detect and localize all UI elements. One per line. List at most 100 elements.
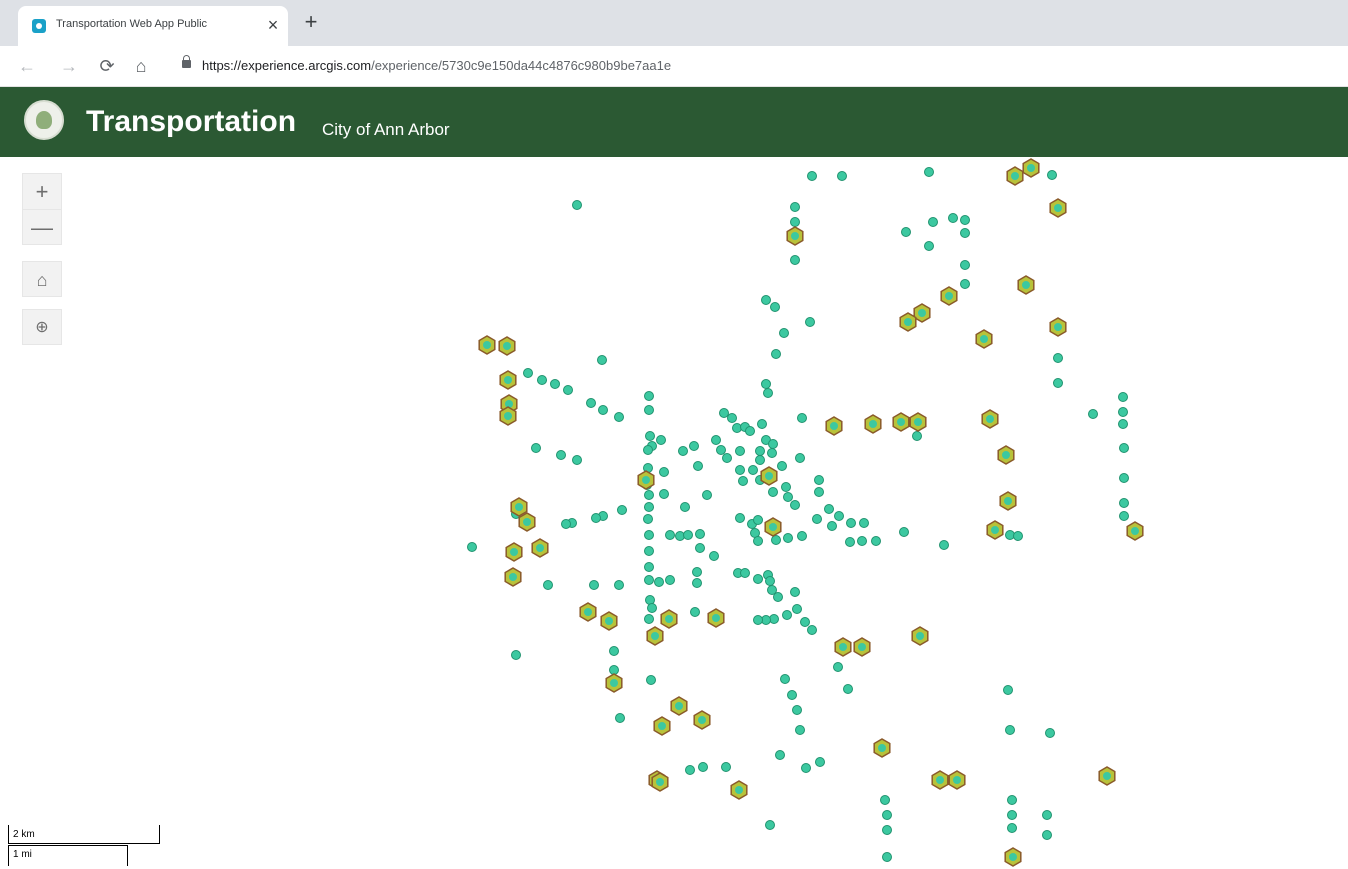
bus-stop-marker[interactable]: [563, 385, 573, 395]
bus-stop-marker[interactable]: [617, 505, 627, 515]
bus-stop-marker[interactable]: [924, 167, 934, 177]
bus-stop-marker[interactable]: [467, 542, 477, 552]
transit-hub-marker[interactable]: [786, 226, 804, 246]
bus-stop-marker[interactable]: [656, 435, 666, 445]
bus-stop-marker[interactable]: [767, 448, 777, 458]
transit-hub-marker[interactable]: [510, 497, 528, 517]
bus-stop-marker[interactable]: [692, 567, 702, 577]
zoom-in-button[interactable]: +: [22, 173, 62, 209]
bus-stop-marker[interactable]: [727, 413, 737, 423]
bus-stop-marker[interactable]: [561, 519, 571, 529]
bus-stop-marker[interactable]: [801, 763, 811, 773]
browser-tab[interactable]: Transportation Web App Public ×: [18, 6, 288, 46]
bus-stop-marker[interactable]: [1119, 473, 1129, 483]
bus-stop-marker[interactable]: [695, 529, 705, 539]
transit-hub-marker[interactable]: [518, 512, 536, 532]
transit-hub-marker[interactable]: [730, 780, 748, 800]
transit-hub-marker[interactable]: [997, 445, 1015, 465]
transit-hub-marker[interactable]: [579, 602, 597, 622]
bus-stop-marker[interactable]: [722, 453, 732, 463]
bus-stop-marker[interactable]: [678, 446, 688, 456]
bus-stop-marker[interactable]: [775, 750, 785, 760]
bus-stop-marker[interactable]: [882, 810, 892, 820]
map-view[interactable]: + — ⌂ ⊕ 2 km 1 mi: [0, 157, 1348, 867]
bus-stop-marker[interactable]: [814, 487, 824, 497]
bus-stop-marker[interactable]: [1003, 685, 1013, 695]
bus-stop-marker[interactable]: [598, 405, 608, 415]
bus-stop-marker[interactable]: [543, 580, 553, 590]
transit-hub-marker[interactable]: [1017, 275, 1035, 295]
bus-stop-marker[interactable]: [960, 260, 970, 270]
map-canvas[interactable]: [0, 157, 1348, 867]
bus-stop-marker[interactable]: [780, 674, 790, 684]
bus-stop-marker[interactable]: [757, 419, 767, 429]
bus-stop-marker[interactable]: [871, 536, 881, 546]
transit-hub-marker[interactable]: [600, 611, 618, 631]
bus-stop-marker[interactable]: [753, 574, 763, 584]
bus-stop-marker[interactable]: [790, 255, 800, 265]
transit-hub-marker[interactable]: [499, 370, 517, 390]
map-home-button[interactable]: ⌂: [22, 261, 62, 297]
transit-hub-marker[interactable]: [605, 673, 623, 693]
bus-stop-marker[interactable]: [797, 413, 807, 423]
transit-hub-marker[interactable]: [853, 637, 871, 657]
bus-stop-marker[interactable]: [771, 349, 781, 359]
bus-stop-marker[interactable]: [685, 765, 695, 775]
bus-stop-marker[interactable]: [1118, 419, 1128, 429]
bus-stop-marker[interactable]: [680, 502, 690, 512]
bus-stop-marker[interactable]: [833, 662, 843, 672]
bus-stop-marker[interactable]: [763, 388, 773, 398]
transit-hub-marker[interactable]: [499, 406, 517, 426]
bus-stop-marker[interactable]: [645, 431, 655, 441]
bus-stop-marker[interactable]: [644, 562, 654, 572]
transit-hub-marker[interactable]: [707, 608, 725, 628]
transit-hub-marker[interactable]: [834, 637, 852, 657]
bus-stop-marker[interactable]: [797, 531, 807, 541]
bus-stop-marker[interactable]: [790, 217, 800, 227]
transit-hub-marker[interactable]: [1006, 166, 1024, 186]
bus-stop-marker[interactable]: [924, 241, 934, 251]
bus-stop-marker[interactable]: [1013, 531, 1023, 541]
bus-stop-marker[interactable]: [773, 592, 783, 602]
transit-hub-marker[interactable]: [940, 286, 958, 306]
transit-hub-marker[interactable]: [651, 772, 669, 792]
bus-stop-marker[interactable]: [1119, 498, 1129, 508]
bus-stop-marker[interactable]: [960, 228, 970, 238]
bus-stop-marker[interactable]: [768, 439, 778, 449]
bus-stop-marker[interactable]: [690, 607, 700, 617]
bus-stop-marker[interactable]: [644, 546, 654, 556]
bus-stop-marker[interactable]: [531, 443, 541, 453]
bus-stop-marker[interactable]: [814, 475, 824, 485]
bus-stop-marker[interactable]: [899, 527, 909, 537]
reload-icon[interactable]: ⟳: [94, 53, 120, 79]
bus-stop-marker[interactable]: [824, 504, 834, 514]
bus-stop-marker[interactable]: [748, 465, 758, 475]
bus-stop-marker[interactable]: [790, 587, 800, 597]
transit-hub-marker[interactable]: [892, 412, 910, 432]
bus-stop-marker[interactable]: [615, 713, 625, 723]
bus-stop-marker[interactable]: [815, 757, 825, 767]
transit-hub-marker[interactable]: [670, 696, 688, 716]
bus-stop-marker[interactable]: [644, 490, 654, 500]
bus-stop-marker[interactable]: [511, 650, 521, 660]
bus-stop-marker[interactable]: [1042, 810, 1052, 820]
bus-stop-marker[interactable]: [770, 302, 780, 312]
bus-stop-marker[interactable]: [753, 515, 763, 525]
bus-stop-marker[interactable]: [755, 446, 765, 456]
bus-stop-marker[interactable]: [572, 200, 582, 210]
transit-hub-marker[interactable]: [948, 770, 966, 790]
transit-hub-marker[interactable]: [1049, 317, 1067, 337]
transit-hub-marker[interactable]: [693, 710, 711, 730]
bus-stop-marker[interactable]: [857, 536, 867, 546]
bus-stop-marker[interactable]: [665, 575, 675, 585]
bus-stop-marker[interactable]: [1007, 823, 1017, 833]
bus-stop-marker[interactable]: [765, 820, 775, 830]
bus-stop-marker[interactable]: [644, 502, 654, 512]
bus-stop-marker[interactable]: [614, 412, 624, 422]
bus-stop-marker[interactable]: [753, 536, 763, 546]
transit-hub-marker[interactable]: [981, 409, 999, 429]
bus-stop-marker[interactable]: [843, 684, 853, 694]
bus-stop-marker[interactable]: [792, 604, 802, 614]
bus-stop-marker[interactable]: [659, 489, 669, 499]
bus-stop-marker[interactable]: [827, 521, 837, 531]
